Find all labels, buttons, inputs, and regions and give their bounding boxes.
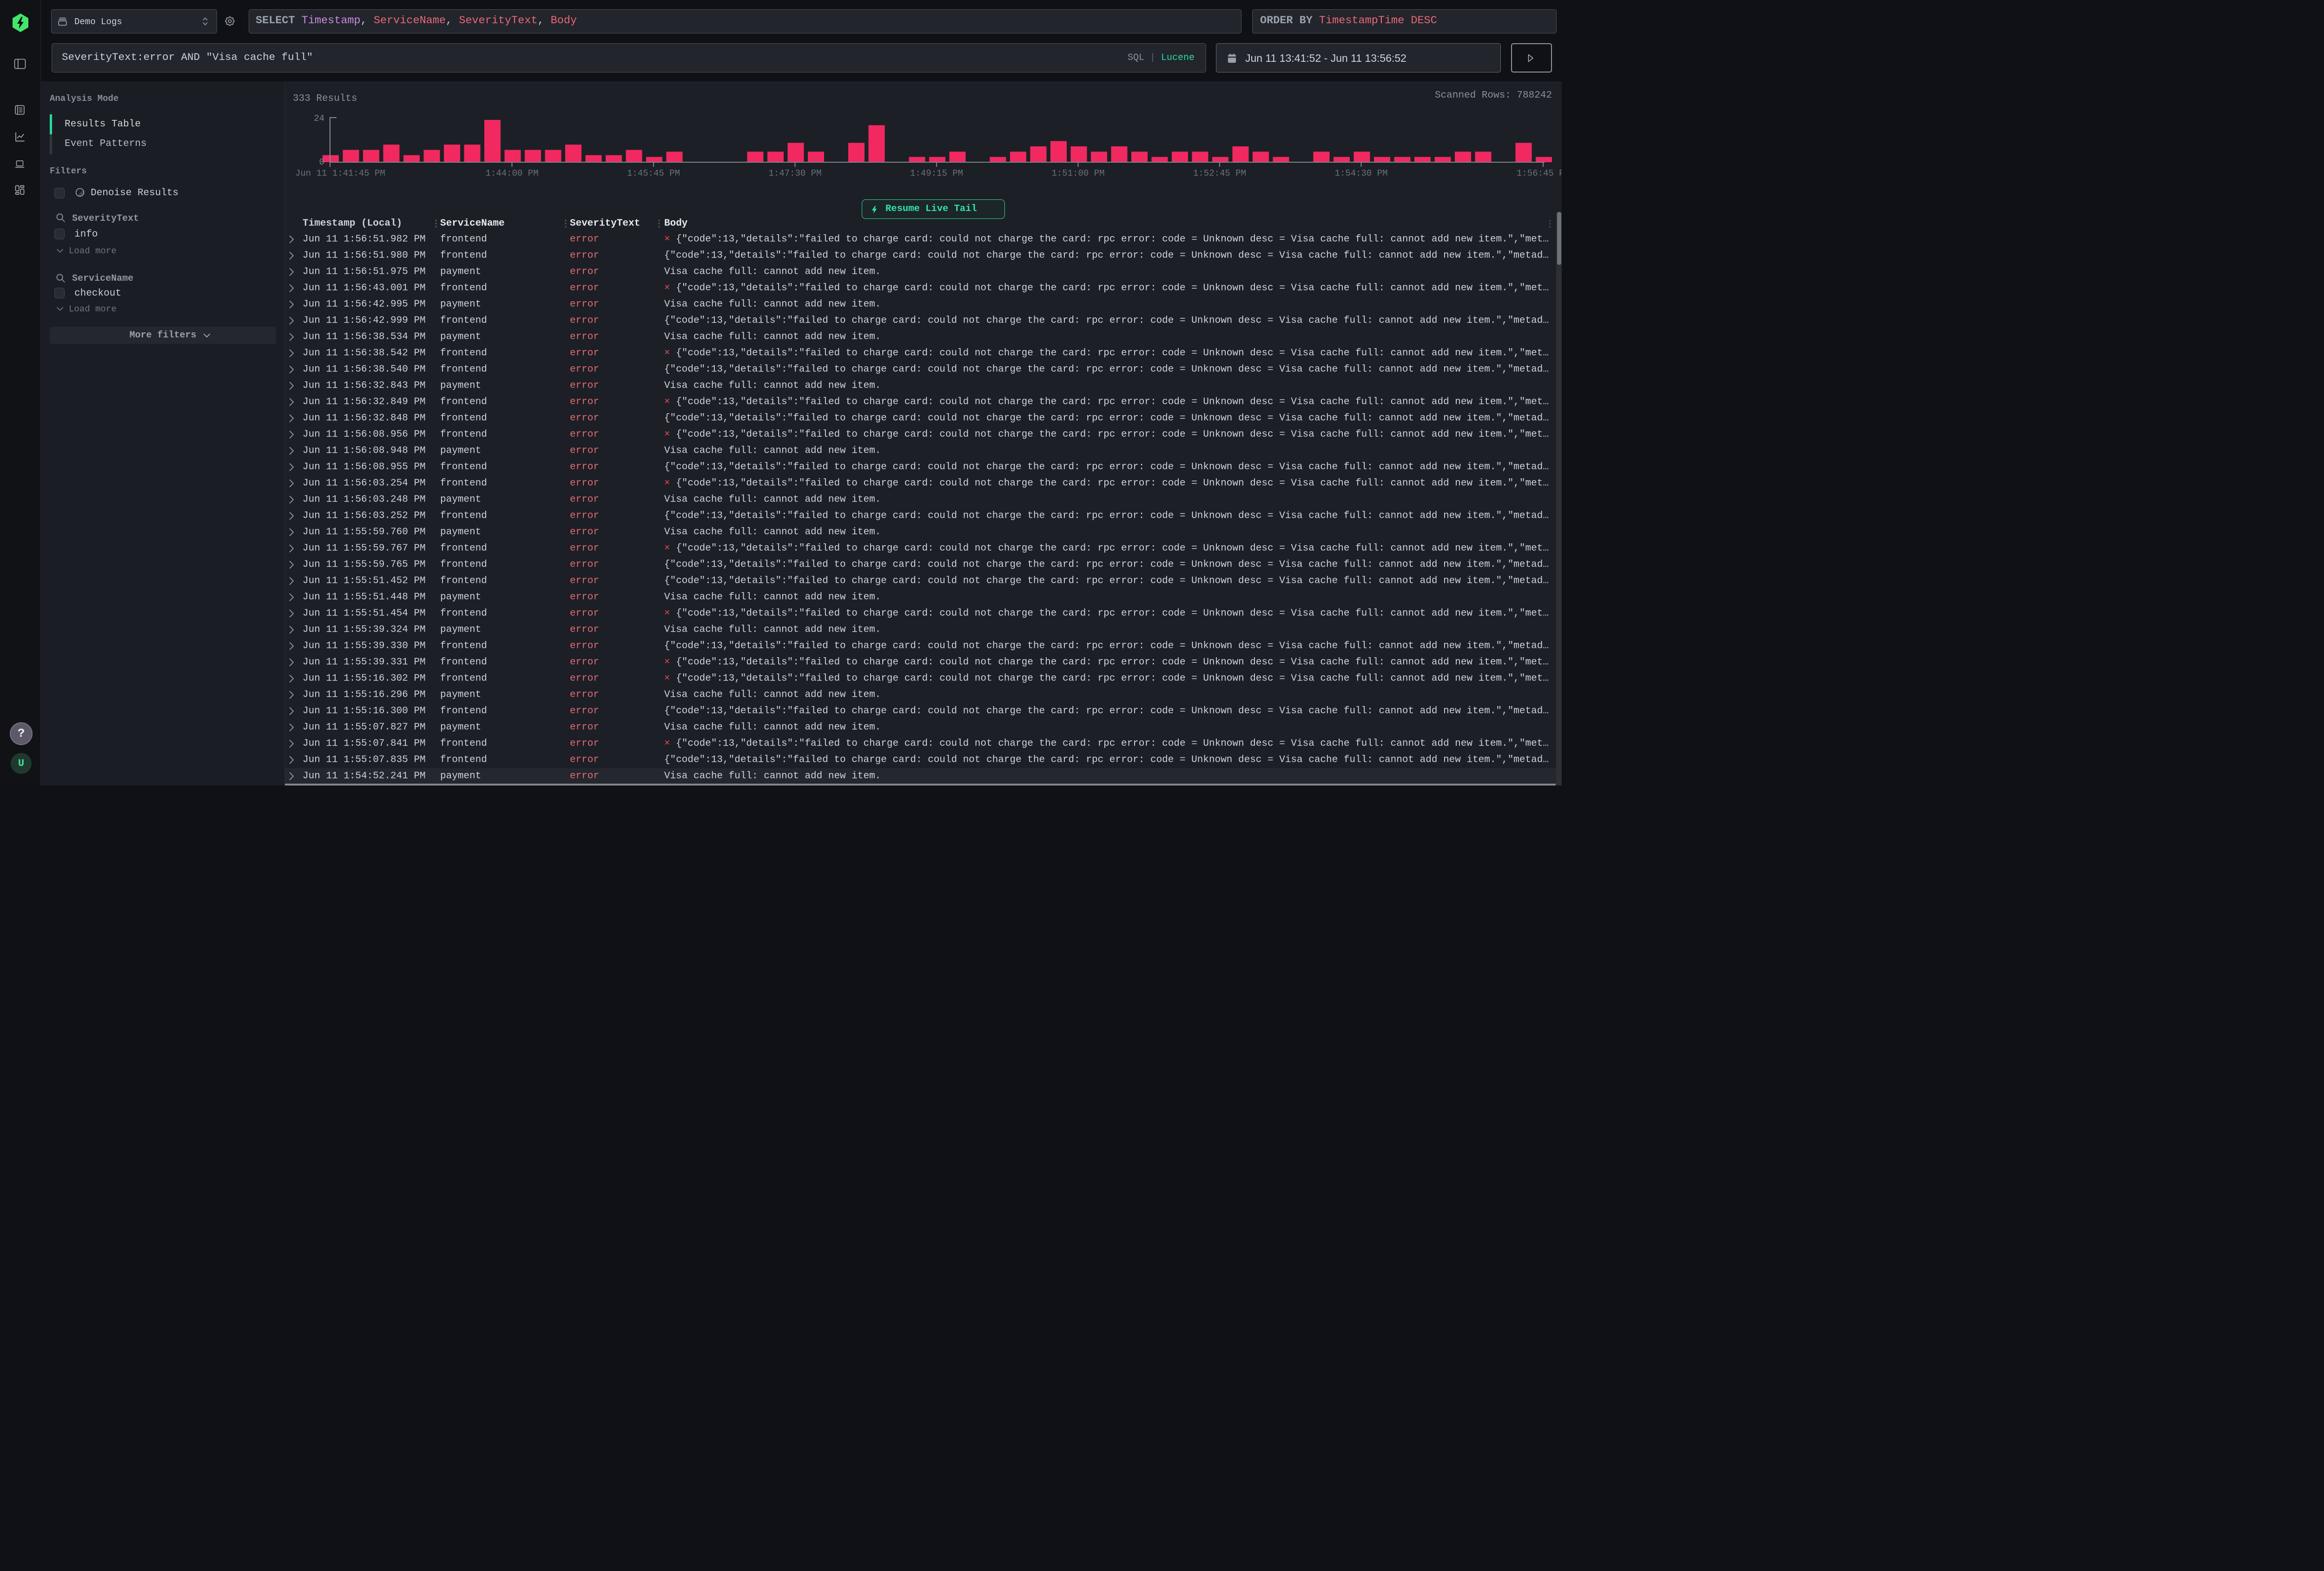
svg-text:1:49:15 PM: 1:49:15 PM	[910, 168, 963, 178]
svg-text:0: 0	[319, 157, 324, 167]
svg-text:1:44:00 PM: 1:44:00 PM	[485, 168, 538, 178]
svg-text:1:52:45 PM: 1:52:45 PM	[1193, 168, 1246, 178]
svg-text:Jun 11 1:41:45 PM: Jun 11 1:41:45 PM	[295, 168, 385, 178]
svg-text:1:45:45 PM: 1:45:45 PM	[627, 168, 680, 178]
svg-text:1:51:00 PM: 1:51:00 PM	[1051, 168, 1104, 178]
svg-text:24: 24	[314, 113, 324, 124]
svg-text:1:56:45 PM: 1:56:45 PM	[1517, 168, 1562, 178]
svg-text:1:47:30 PM: 1:47:30 PM	[768, 168, 821, 178]
svg-text:1:54:30 PM: 1:54:30 PM	[1334, 168, 1387, 178]
